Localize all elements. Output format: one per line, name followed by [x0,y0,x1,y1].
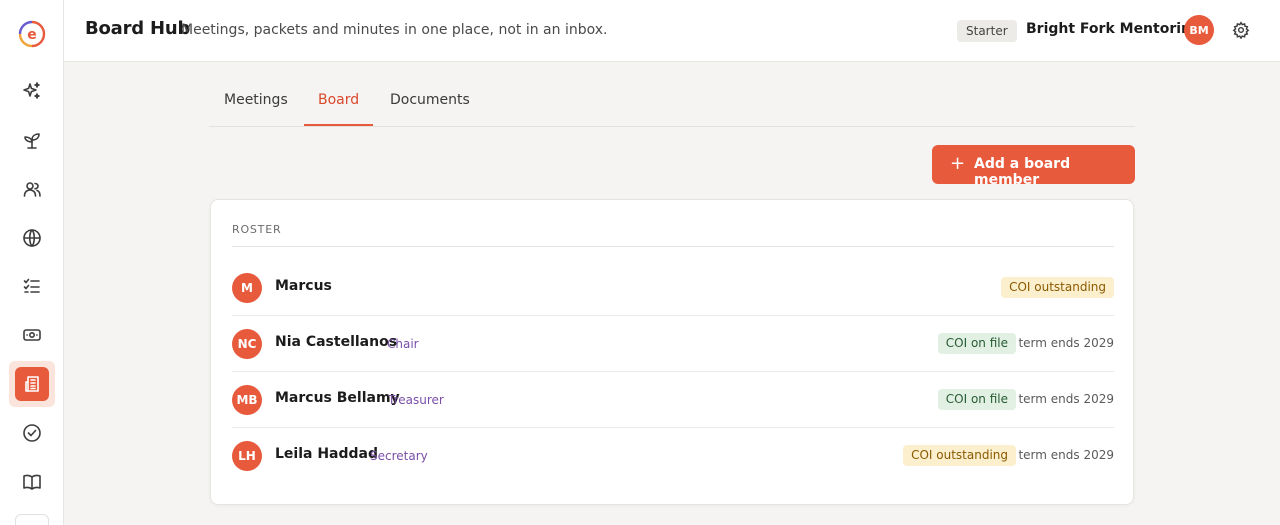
nav-more[interactable] [15,514,49,525]
nav-checklist[interactable] [14,268,50,304]
page-subtitle: Meetings, packets and minutes in one pla… [181,22,608,38]
board-icon [25,376,39,392]
roster-heading: ROSTER [232,223,282,236]
nav-sprout[interactable] [14,122,50,158]
users-icon [23,182,41,197]
coi-status-badge: COI on file [937,389,1016,410]
coi-status-badge: COI outstanding [1001,277,1114,298]
roster-row[interactable]: MB Marcus Bellamy Treasurer COI on file … [232,372,1114,428]
member-name[interactable]: Marcus Bellamy [275,390,400,406]
nav-people[interactable] [14,171,50,207]
term-end: term ends 2029 [1018,448,1114,462]
divider [232,246,1114,247]
plan-badge: Starter [957,20,1017,42]
nav-guide[interactable] [14,464,50,500]
check-circle-icon [23,424,41,442]
nav-sparkle[interactable] [14,73,50,109]
money-icon [23,329,41,341]
nav-approvals[interactable] [14,415,50,451]
roster-row[interactable]: LH Leila Haddad Secretary COI outstandin… [232,428,1114,484]
user-avatar[interactable]: BM [1184,15,1214,45]
sidebar: e [0,0,64,525]
member-avatar: NC [232,329,262,359]
top-header: Board Hub Meetings, packets and minutes … [64,0,1280,62]
page-title: Board Hub [85,18,191,39]
book-icon [23,474,41,490]
add-board-member-label: Add a board member [974,156,1071,188]
logo-letter: e [27,27,37,43]
member-avatar: MB [232,385,262,415]
member-avatar: M [232,273,262,303]
roster-row[interactable]: M Marcus COI outstanding [232,260,1114,316]
settings-button[interactable] [1232,21,1250,40]
member-name[interactable]: Leila Haddad [275,446,378,462]
roster-card: ROSTER M Marcus COI outstanding NC Nia C… [210,199,1134,505]
sprout-icon [24,133,40,149]
tab-documents[interactable]: Documents [390,92,470,108]
sparkle-icon [23,82,40,99]
nav-globe[interactable] [14,220,50,256]
checklist-icon [23,278,40,293]
term-end: term ends 2029 [1018,392,1114,406]
tab-board[interactable]: Board [318,92,359,108]
coi-status-badge: COI on file [937,333,1016,354]
nav-board[interactable] [15,367,49,401]
member-name[interactable]: Nia Castellanos [275,334,397,350]
app-logo[interactable]: e [18,20,46,48]
member-role: Treasurer [388,393,444,407]
member-avatar: LH [232,441,262,471]
member-name[interactable]: Marcus [275,278,332,294]
globe-icon [23,229,41,247]
coi-status-badge: COI outstanding [903,445,1016,466]
section-tabs: Meetings Board Documents [209,80,1135,127]
member-role: Secretary [370,449,428,463]
plus-icon: + [950,153,966,174]
nav-money[interactable] [14,317,50,353]
term-end: term ends 2029 [1018,336,1114,350]
tab-meetings[interactable]: Meetings [224,92,288,108]
gear-icon [1232,21,1250,40]
active-tab-indicator [304,124,373,126]
add-board-member-button[interactable]: + Add a board member [932,145,1135,188]
member-role: Chair [387,337,419,351]
org-name[interactable]: Bright Fork Mentoring [1026,21,1201,37]
roster-row[interactable]: NC Nia Castellanos Chair COI on file ter… [232,316,1114,372]
